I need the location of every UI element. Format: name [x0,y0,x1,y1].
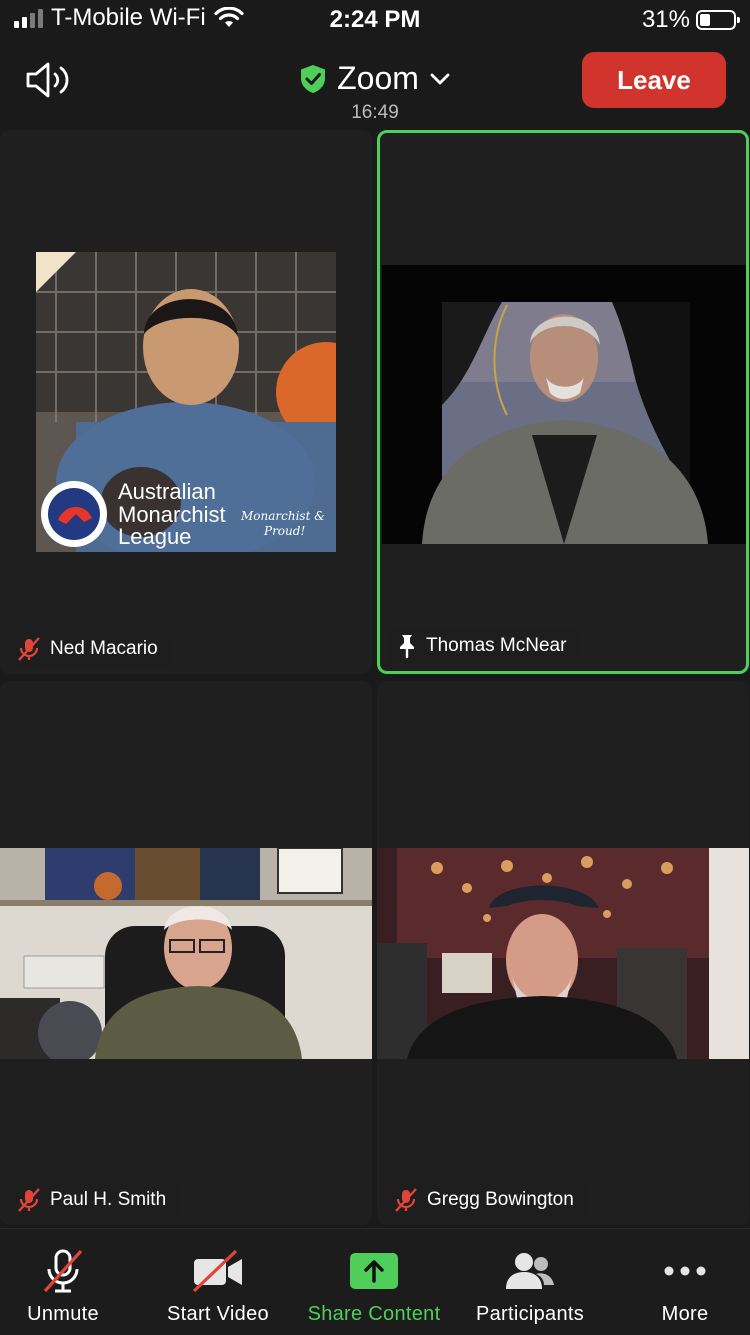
more-icon [664,1266,706,1276]
start-video-button[interactable]: Start Video [143,1229,293,1335]
battery-percent: 31% [641,6,690,33]
status-bar: T-Mobile Wi-Fi 2:24 PM 31% [0,0,750,42]
unmute-button[interactable]: Unmute [0,1229,138,1335]
chevron-down-icon [430,73,450,84]
more-button[interactable]: More [610,1229,750,1335]
meeting-header: Zoom 16:49 Leave [0,42,750,126]
participant-name: Gregg Bowington [427,1189,574,1210]
participant-tile-thomas-mcnear[interactable]: Thomas McNear [377,130,749,674]
participants-label: Participants [475,1303,585,1325]
badge-script-1: Monarchist & [240,509,325,523]
mic-muted-icon [43,1249,83,1293]
participant-name-tag: Thomas McNear [388,629,579,663]
mic-muted-icon [18,1188,40,1212]
participant-name: Paul H. Smith [50,1189,167,1210]
mic-muted-icon [395,1188,417,1212]
participant-video [377,848,749,1059]
meeting-title: Zoom [337,60,419,96]
participant-name-tag: Ned Macario [8,632,170,666]
participant-video [382,265,746,544]
more-label: More [661,1303,709,1325]
participant-video [0,848,372,1059]
unmute-label: Unmute [27,1303,99,1325]
share-content-label: Share Content [307,1303,441,1325]
badge-line-1: Australian [118,479,216,504]
video-frame: Australian Monarchist League Monarchist … [36,252,336,552]
mic-muted-icon [18,637,40,661]
pin-icon [400,635,414,659]
video-frame [0,848,372,1059]
shield-check-icon [301,64,326,93]
share-content-button[interactable]: Share Content [299,1229,449,1335]
participant-name: Ned Macario [50,638,158,659]
leave-button[interactable]: Leave [582,52,726,108]
video-frame [382,265,746,544]
video-frame [377,848,749,1059]
participants-button[interactable]: Participants [455,1229,605,1335]
participant-name: Thomas McNear [426,635,567,656]
meeting-toolbar: Unmute Start Video Share Content Partici… [0,1228,750,1335]
participants-icon [506,1253,554,1289]
video-off-icon [192,1249,242,1293]
participant-name-tag: Paul H. Smith [8,1183,179,1217]
badge-line-3: League [118,524,191,549]
badge-script-2: Proud! [263,524,305,538]
participant-tile-gregg-bowington[interactable]: Gregg Bowington [377,681,749,1225]
share-screen-icon [350,1253,398,1289]
start-video-label: Start Video [167,1303,269,1325]
battery-icon [696,10,740,30]
participant-video: Australian Monarchist League Monarchist … [36,252,336,552]
battery-info: 31% [641,6,740,34]
participant-tile-paul-h-smith[interactable]: Paul H. Smith [0,681,372,1225]
participant-tile-ned-macario[interactable]: Australian Monarchist League Monarchist … [0,130,372,674]
status-time: 2:24 PM [329,6,421,33]
participant-name-tag: Gregg Bowington [385,1183,586,1217]
